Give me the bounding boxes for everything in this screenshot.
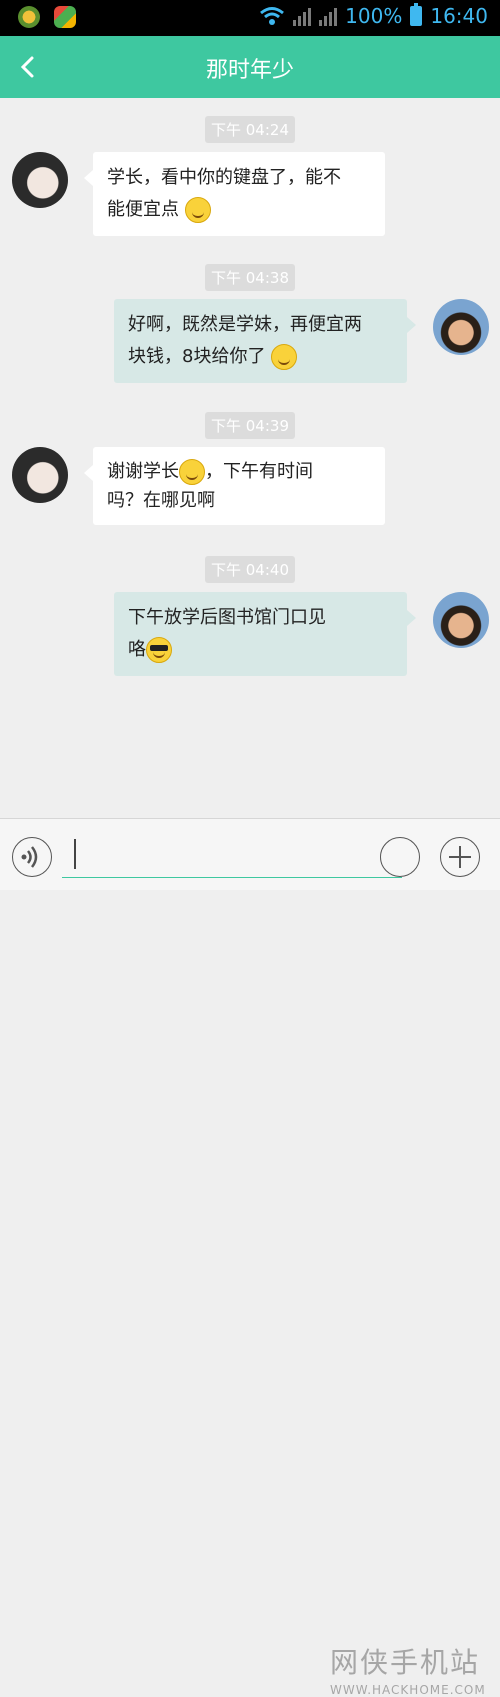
message-bubble[interactable]: 下午放学后图书馆门口见 咯 [114,592,416,676]
message-line: 好啊，既然是学妹，再便宜两 [128,314,362,335]
signal-icon [319,6,338,26]
avatar[interactable] [433,299,489,355]
message-line: 下午放学后图书馆门口见 [128,607,326,628]
smile-emoji-icon [184,197,211,223]
message-input[interactable] [62,833,402,878]
page-title: 那时年少 [205,58,294,83]
clock: 16:40 [430,4,488,28]
watermark-url: WWW.HACKHOME.COM [330,1683,486,1697]
timestamp: 下午 04:39 [205,412,295,439]
message-line: 吗？在哪见啊 [107,490,215,511]
message-bubble[interactable]: 学长，看中你的键盘了，能不 能便宜点 [84,152,385,236]
message-line: 学长，看中你的键盘了，能不 [107,167,341,188]
wifi-icon [260,7,285,25]
timestamp: 下午 04:38 [205,264,295,291]
avatar[interactable] [12,152,68,208]
wink-emoji-icon [271,344,298,370]
message-line: 块钱，8块给你了 [128,346,266,367]
signal-icon [293,6,312,26]
plus-button[interactable] [440,837,480,877]
voice-icon [21,846,38,868]
message-line: 咯 [128,639,146,660]
timestamp: 下午 04:40 [205,556,295,583]
message-line: 谢谢学长 [107,461,179,482]
emoji-button[interactable] [380,837,420,877]
message-line: 能便宜点 [107,199,179,220]
app-icon [54,6,76,28]
app-icon [18,6,40,28]
message-bubble[interactable]: 谢谢学长 ，下午有时间 吗？在哪见啊 [84,447,385,525]
message-bubble[interactable]: 好啊，既然是学妹，再便宜两 块钱，8块给你了 [114,299,416,383]
avatar[interactable] [433,592,489,648]
avatar[interactable] [12,447,68,503]
message-line: ，下午有时间 [205,461,313,482]
battery-icon [410,3,423,26]
grin-emoji-icon [179,459,205,485]
cool-emoji-icon [146,637,172,663]
watermark-text: 网侠手机站 [330,1646,481,1679]
battery-percent: 100% [345,4,403,28]
status-bar: 100% 16:40 [0,0,500,36]
text-caret [74,839,76,869]
input-bar: 网侠手机站 WWW.HACKHOME.COM [0,818,500,1697]
timestamp: 下午 04:24 [205,116,295,143]
voice-button[interactable] [12,837,52,877]
watermark: 网侠手机站 WWW.HACKHOME.COM [330,1641,486,1697]
chat-header: 那时年少 [0,36,500,98]
